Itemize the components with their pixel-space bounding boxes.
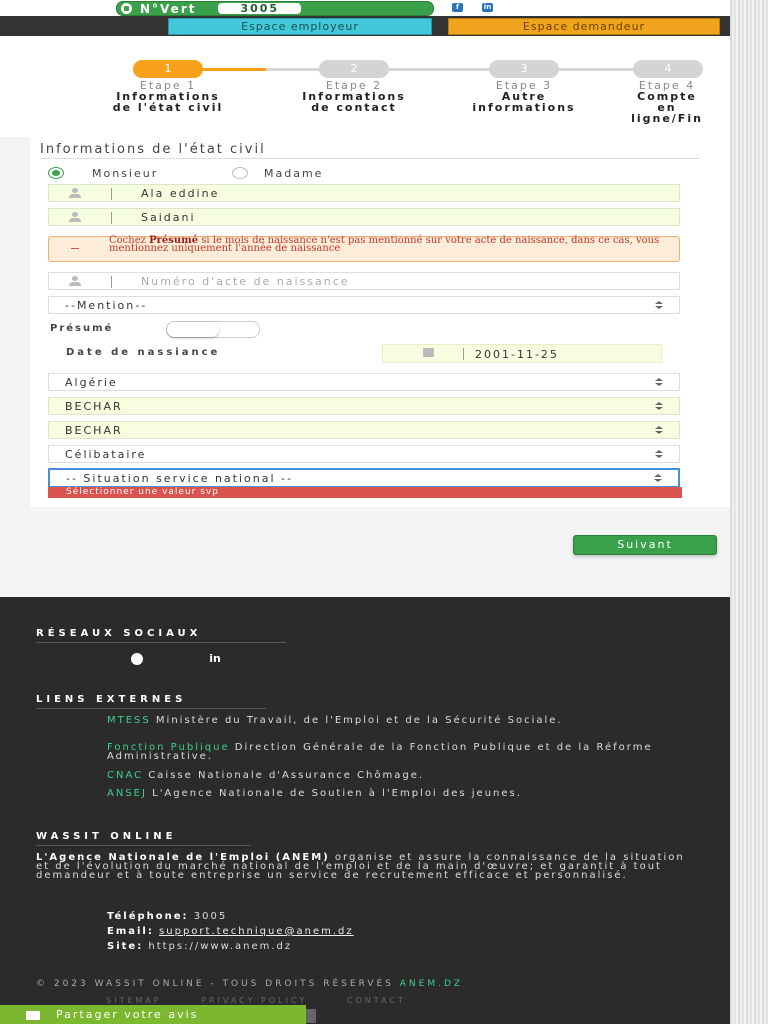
- calendar-icon: [423, 348, 434, 357]
- page: N°Vert 3005 f in Espace employeur Espace…: [0, 0, 730, 1024]
- external-link-ansej[interactable]: ANSEJ L'Agence Nationale de Soutien à l'…: [107, 789, 697, 799]
- birth-act-placeholder: Numéro d'acte de naissance: [141, 275, 350, 288]
- linkedin-icon[interactable]: in: [198, 653, 232, 665]
- radio-monsieur[interactable]: [48, 167, 64, 179]
- birth-date-label: Date de nassiance: [66, 347, 221, 358]
- external-link-mtess[interactable]: MTESS Ministère du Travail, de l'Emploi …: [107, 716, 697, 726]
- about-heading: WASSIT ONLINE: [36, 831, 177, 842]
- social-heading: RÉSEAUX SOCIAUX: [36, 628, 202, 639]
- comment-icon: [26, 1010, 40, 1020]
- step-2-circle[interactable]: 2: [319, 60, 389, 78]
- privacy-policy-link[interactable]: PRIVACY POLICY: [201, 996, 307, 1005]
- last-name-value: Saidani: [141, 211, 196, 224]
- select-arrows-icon: [653, 402, 665, 411]
- step-2-label: Etape 2 Informations de contact: [302, 79, 406, 114]
- linkedin-icon[interactable]: in: [482, 3, 493, 12]
- copyright: © 2023 WASSIT ONLINE - TOUS DROITS RÉSER…: [36, 979, 464, 989]
- user-icon: [69, 276, 81, 287]
- step-4-label: Etape 4 Compte en ligne/Fin: [631, 79, 703, 125]
- step-4-circle[interactable]: 4: [633, 60, 703, 78]
- select-arrows-icon: [652, 474, 664, 483]
- marital-status-select[interactable]: Célibataire: [48, 445, 680, 463]
- presume-info-alert: Cochez Présumé si le mois de naissance n…: [48, 236, 680, 262]
- contact-email: Email: support.technique@anem.dz: [107, 926, 354, 937]
- radio-monsieur-label[interactable]: Monsieur: [92, 167, 158, 180]
- next-button[interactable]: Suivant: [573, 535, 717, 555]
- mention-select[interactable]: --Mention--: [48, 296, 680, 314]
- contact-link[interactable]: CONTACT: [347, 996, 406, 1005]
- heading-rule: [36, 708, 266, 709]
- external-link-fonction-publique[interactable]: Fonction Publique Direction Générale de …: [107, 743, 697, 762]
- country-select-value: Algérie: [65, 376, 118, 389]
- birth-act-number-field[interactable]: Numéro d'acte de naissance: [48, 272, 680, 290]
- heading-rule: [36, 642, 286, 643]
- external-link-cnac[interactable]: CNAC Caisse Nationale d'Assurance Chômag…: [107, 771, 697, 781]
- links-heading: LIENS EXTERNES: [36, 694, 187, 705]
- employer-space-button[interactable]: Espace employeur: [168, 18, 432, 35]
- birth-date-field[interactable]: 2001-11-25: [382, 344, 662, 363]
- radio-madame[interactable]: [232, 167, 248, 179]
- contact-phone: Téléphone: 3005: [107, 911, 228, 922]
- user-icon: [69, 188, 81, 199]
- nvert-badge[interactable]: N°Vert 3005: [116, 1, 434, 16]
- select-arrows-icon: [653, 301, 665, 310]
- facebook-icon[interactable]: f: [452, 3, 463, 12]
- field-separator: [111, 276, 112, 288]
- seeker-space-button[interactable]: Espace demandeur: [448, 18, 720, 35]
- national-service-value: -- Situation service national --: [66, 472, 293, 485]
- wilaya-select-value: BECHAR: [65, 400, 123, 413]
- field-separator: [111, 212, 112, 224]
- feedback-share-button[interactable]: Partager votre avis: [0, 1005, 306, 1024]
- about-text: L'Agence Nationale de l'Emploi (ANEM) or…: [36, 852, 685, 881]
- last-name-field[interactable]: Saidani: [48, 208, 680, 226]
- window-edge: [730, 0, 768, 1024]
- step-1-circle[interactable]: 1: [133, 60, 203, 78]
- phone-icon: [121, 3, 132, 14]
- nvert-label: N°Vert: [140, 1, 197, 16]
- footer: [0, 597, 730, 1024]
- presume-label: Présumé: [50, 323, 114, 334]
- copyright-link[interactable]: ANEM.DZ: [400, 979, 463, 989]
- select-arrows-icon: [653, 426, 665, 435]
- radio-madame-label[interactable]: Madame: [264, 167, 323, 180]
- contact-site: Site: https://www.anem.dz: [107, 941, 293, 952]
- commune-select[interactable]: BECHAR: [48, 421, 680, 439]
- sitemap-link[interactable]: SITEMAP: [106, 996, 162, 1005]
- heading-rule: [36, 845, 251, 846]
- national-service-select[interactable]: -- Situation service national --: [48, 468, 680, 488]
- birth-date-value: 2001-11-25: [475, 348, 559, 361]
- email-link[interactable]: support.technique@anem.dz: [159, 926, 354, 937]
- footer-links: SITEMAP PRIVACY POLICY CONTACT: [106, 996, 440, 1005]
- marital-status-value: Célibataire: [65, 448, 147, 461]
- field-separator: [463, 348, 464, 360]
- first-name-field[interactable]: Ala eddine: [48, 184, 680, 202]
- country-select[interactable]: Algérie: [48, 373, 680, 391]
- mention-select-value: --Mention--: [65, 299, 148, 312]
- presume-toggle[interactable]: [166, 321, 260, 338]
- facebook-icon[interactable]: [120, 653, 154, 665]
- wilaya-select[interactable]: BECHAR: [48, 397, 680, 415]
- section-divider: [40, 158, 700, 159]
- form-left-gutter: [0, 137, 30, 507]
- commune-select-value: BECHAR: [65, 424, 123, 437]
- select-arrows-icon: [653, 450, 665, 459]
- feedback-share-label: Partager votre avis: [56, 1008, 199, 1021]
- alert-icon: [71, 248, 79, 249]
- first-name-value: Ala eddine: [141, 187, 220, 200]
- step-1-label: Etape 1 Informations de l'état civil: [112, 79, 224, 114]
- share-button-tab: [306, 1009, 316, 1023]
- user-icon: [69, 212, 81, 223]
- field-separator: [111, 188, 112, 200]
- validation-error: Sélectionner une valeur svp: [48, 487, 682, 498]
- step-3-circle[interactable]: 3: [489, 60, 559, 78]
- section-title: Informations de l'état civil: [40, 142, 266, 157]
- nvert-number: 3005: [218, 3, 302, 14]
- alert-text: Cochez Présumé si le mois de naissance n…: [109, 235, 660, 254]
- toggle-knob: [167, 322, 219, 337]
- select-arrows-icon: [653, 378, 665, 387]
